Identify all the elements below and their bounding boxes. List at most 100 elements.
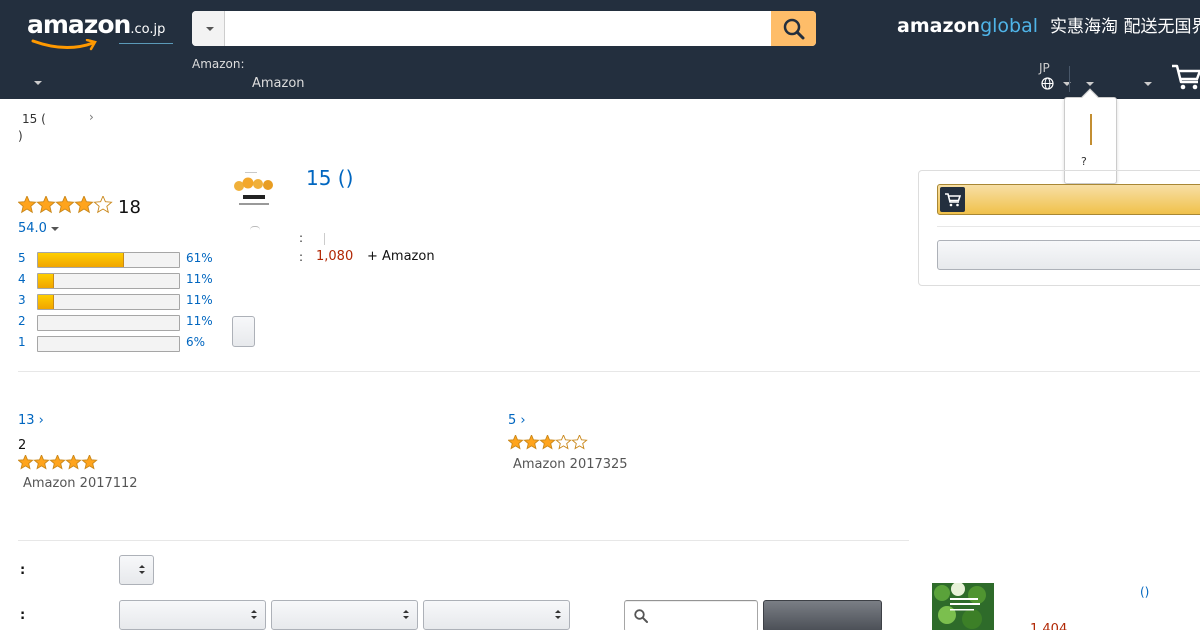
- star-filled-icon: [17, 194, 37, 214]
- product-price: 1,080: [316, 249, 354, 264]
- deliver-to-value[interactable]: Amazon: [252, 76, 305, 91]
- buy-box-divider: [937, 226, 1200, 227]
- breadcrumb-continuation: ): [18, 129, 23, 143]
- price-label: :: [299, 250, 304, 264]
- histogram-star-label[interactable]: 3: [18, 293, 26, 307]
- amazon-logo[interactable]: amazon.co.jp: [27, 10, 173, 51]
- helpful-count: 2: [18, 438, 27, 453]
- histogram-row[interactable]: 5 61%: [18, 251, 218, 268]
- logo-word: amazon: [27, 10, 131, 39]
- total-review-count: 18: [118, 197, 141, 218]
- search-input[interactable]: [226, 11, 771, 46]
- histogram-row[interactable]: 2 11%: [18, 314, 218, 331]
- related-product-title[interactable]: (): [1140, 585, 1149, 599]
- globe-icon[interactable]: [1041, 77, 1054, 90]
- search-category-dropdown[interactable]: [192, 11, 225, 46]
- star-empty-icon: [555, 435, 572, 450]
- average-rating-dropdown[interactable]: 54.0: [18, 221, 59, 236]
- review-stars-icon: [508, 435, 588, 450]
- review-meta: Amazon 2017112: [23, 476, 138, 491]
- histogram-bar[interactable]: [37, 315, 180, 331]
- review-search-input[interactable]: [624, 600, 758, 630]
- critical-reviews-link[interactable]: 5 ›: [508, 413, 526, 428]
- star-filled-icon: [18, 455, 34, 470]
- histogram-star-label[interactable]: 5: [18, 251, 26, 265]
- histogram-percent[interactable]: 11%: [186, 272, 213, 286]
- star-filter-select[interactable]: [271, 600, 418, 630]
- chevron-down-icon[interactable]: [34, 81, 42, 85]
- format-filter-select[interactable]: [423, 600, 570, 630]
- histogram-star-label[interactable]: 1: [18, 335, 26, 349]
- logo-underline: [119, 43, 173, 44]
- histogram-bar[interactable]: [37, 273, 180, 289]
- product-title[interactable]: 15 (): [306, 166, 353, 190]
- histogram-bar[interactable]: [37, 294, 180, 310]
- amazon-global-banner[interactable]: amazonglobal 实惠海淘 配送无国界: [897, 12, 1200, 37]
- histogram-star-label[interactable]: 2: [18, 314, 26, 328]
- global-tagline: 实惠海淘 配送无国界: [1050, 17, 1200, 37]
- histogram-bar[interactable]: [37, 252, 180, 268]
- histogram-percent[interactable]: 6%: [186, 335, 205, 349]
- star-filled-icon: [508, 435, 524, 450]
- section-divider: [18, 540, 909, 541]
- average-rating-stars: [17, 194, 114, 220]
- breadcrumb[interactable]: 15 (: [22, 110, 46, 129]
- histogram-bar[interactable]: [37, 336, 180, 352]
- related-product-image[interactable]: [932, 583, 994, 630]
- chevron-down-icon: [206, 27, 214, 31]
- nav-separator: [1069, 66, 1070, 92]
- cart-icon: [940, 187, 965, 212]
- average-rating-value: 54.0: [18, 221, 47, 236]
- cart-icon[interactable]: [1170, 62, 1200, 92]
- orders-chevron-down-icon[interactable]: [1144, 82, 1152, 86]
- histogram-percent[interactable]: 61%: [186, 251, 213, 265]
- logo-tld: .co.jp: [130, 22, 166, 37]
- filter-label: :: [20, 608, 26, 623]
- product-thumbnail[interactable]: ―――: [231, 168, 277, 214]
- select-arrows-icon: [251, 610, 257, 620]
- flyout-accent-bar: [1090, 114, 1092, 145]
- search-bar: [192, 11, 816, 46]
- deliver-to-label: Amazon:: [192, 57, 245, 71]
- star-filled-icon: [49, 455, 66, 470]
- review-meta: Amazon 2017325: [513, 457, 628, 472]
- reviewer-filter-select[interactable]: [119, 600, 266, 630]
- search-submit-button[interactable]: [771, 11, 816, 46]
- sort-label: :: [20, 563, 26, 578]
- star-filled-icon: [523, 435, 540, 450]
- star-filled-icon: [55, 194, 75, 214]
- sort-select[interactable]: [119, 555, 154, 585]
- star-empty-icon: [571, 435, 588, 450]
- histogram-bar-fill: [38, 253, 124, 267]
- flyout-question[interactable]: ?: [1081, 155, 1087, 168]
- star-filled-icon: [33, 455, 50, 470]
- histogram-percent[interactable]: 11%: [186, 293, 213, 307]
- histogram-bar-fill: [38, 295, 54, 309]
- shipping-note: + Amazon: [367, 249, 435, 264]
- svg-text:―――: ―――: [245, 170, 257, 175]
- global-brand-b: global: [980, 15, 1039, 37]
- star-filled-icon: [36, 194, 56, 214]
- star-filled-icon: [81, 455, 98, 470]
- language-code[interactable]: JP: [1039, 61, 1050, 75]
- review-search-button[interactable]: [763, 600, 882, 630]
- histogram-row[interactable]: 1 6%: [18, 335, 218, 352]
- histogram-row[interactable]: 3 11%: [18, 293, 218, 310]
- select-arrows-icon: [139, 565, 145, 575]
- chevron-right-icon: ›: [89, 110, 94, 124]
- wishlist-button[interactable]: [937, 240, 1200, 270]
- histogram-star-label[interactable]: 4: [18, 272, 26, 286]
- histogram-row[interactable]: 4 11%: [18, 272, 218, 289]
- account-chevron-down-icon[interactable]: [1086, 82, 1094, 86]
- select-arrows-icon: [403, 610, 409, 620]
- histogram-percent[interactable]: 11%: [186, 314, 213, 328]
- star-empty-icon: [93, 194, 113, 214]
- top-navigation-bar: amazon.co.jp amazon global 实惠海淘 配送无国界 Amaz…: [0, 0, 1200, 99]
- review-stars-icon: [18, 455, 98, 470]
- add-to-cart-button[interactable]: [937, 184, 1200, 215]
- star-filled-icon: [65, 455, 82, 470]
- related-product-price: 1,404: [1030, 622, 1068, 630]
- positive-reviews-link[interactable]: 13 ›: [18, 413, 44, 428]
- format-button[interactable]: [232, 316, 255, 347]
- chevron-down-icon: [50, 226, 59, 231]
